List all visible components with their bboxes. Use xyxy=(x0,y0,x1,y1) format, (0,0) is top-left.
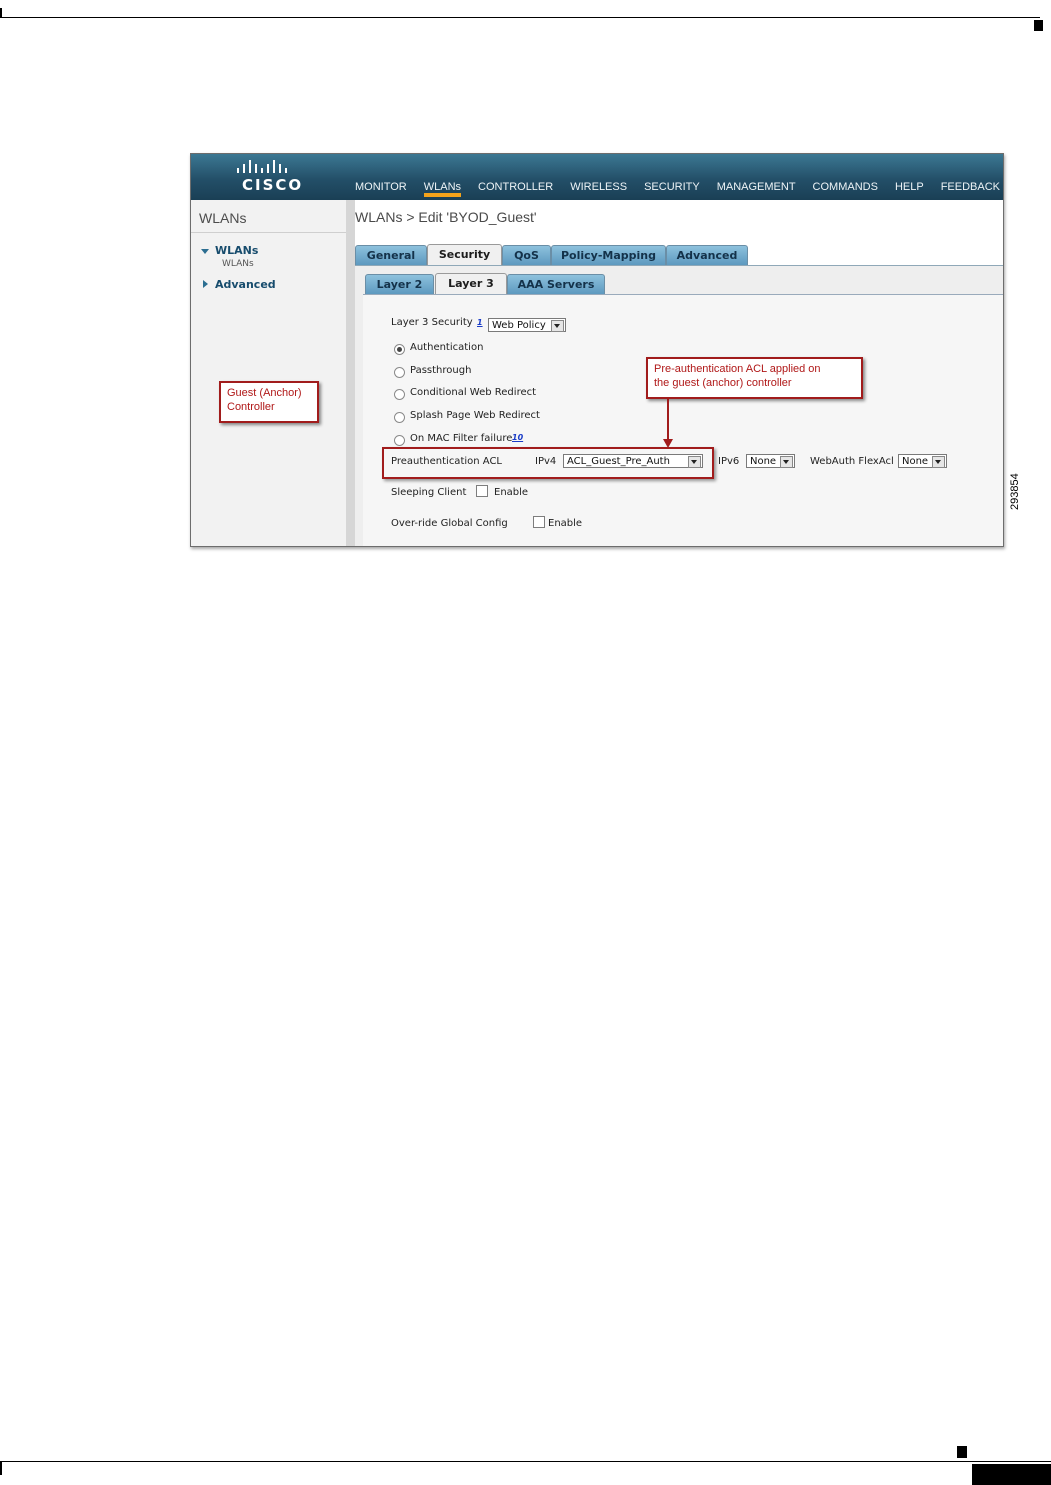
cisco-logo-bars-icon xyxy=(237,160,287,173)
sleeping-client-label: Sleeping Client xyxy=(391,487,467,498)
override-global-config-label: Over-ride Global Config xyxy=(391,518,508,529)
radio-mac-filter-failure-label: On MAC Filter failure xyxy=(410,433,513,444)
top-nav-bar: CISCO MONITOR WLANs CONTROLLER WIRELESS … xyxy=(191,154,1003,200)
nav-security[interactable]: SECURITY xyxy=(644,181,700,197)
webauth-flexacl-value: None xyxy=(902,456,929,467)
sidebar-subitem-wlans[interactable]: WLANs xyxy=(222,259,254,269)
radio-authentication[interactable] xyxy=(394,344,405,355)
footer-marker xyxy=(957,1446,967,1458)
webauth-flexacl-select[interactable]: None xyxy=(898,454,947,468)
nav-monitor[interactable]: MONITOR xyxy=(355,181,407,197)
sidebar-divider xyxy=(191,232,346,233)
ipv6-acl-value: None xyxy=(750,456,777,467)
preauth-acl-callout: Pre-authentication ACL applied on the gu… xyxy=(646,357,863,399)
sidebar-title: WLANs xyxy=(199,210,247,226)
nav-help[interactable]: HELP xyxy=(895,181,924,197)
nav-commands[interactable]: COMMANDS xyxy=(813,181,878,197)
sidebar-item-wlans[interactable]: WLANs xyxy=(215,244,258,257)
layer3-security-label: Layer 3 Security xyxy=(391,317,473,328)
radio-splash-page-web-redirect[interactable] xyxy=(394,412,405,423)
dropdown-arrow-icon xyxy=(780,456,793,468)
subtab-aaa-servers[interactable]: AAA Servers xyxy=(507,274,605,294)
sleeping-client-checkbox[interactable] xyxy=(476,485,488,497)
nav-wireless[interactable]: WIRELESS xyxy=(570,181,627,197)
expand-down-icon[interactable] xyxy=(201,249,209,254)
guest-anchor-callout: Guest (Anchor) Controller xyxy=(219,381,319,423)
sleeping-client-enable-label: Enable xyxy=(494,487,529,498)
panel-gutter xyxy=(346,200,355,546)
override-enable-label: Enable xyxy=(548,518,583,529)
tab-general[interactable]: General xyxy=(355,245,427,265)
layer3-security-select[interactable]: Web Policy xyxy=(488,318,566,332)
header-rule xyxy=(0,17,1040,18)
footer-rule xyxy=(0,1461,1051,1462)
nav-management[interactable]: MANAGEMENT xyxy=(717,181,796,197)
dropdown-arrow-icon xyxy=(551,320,564,332)
layer3-security-value: Web Policy xyxy=(492,320,546,331)
radio-mac-filter-failure[interactable] xyxy=(394,435,405,446)
preauth-acl-highlight xyxy=(382,447,714,479)
brand-logo: CISCO xyxy=(242,176,304,194)
nav-wlans[interactable]: WLANs xyxy=(423,181,462,197)
sidebar: WLANs WLANs WLANs Advanced Guest (Anchor… xyxy=(191,200,346,546)
radio-conditional-web-redirect-label: Conditional Web Redirect xyxy=(410,387,537,398)
footer-rule-tick xyxy=(0,1462,2,1475)
figure-id: 293854 xyxy=(1009,473,1021,510)
subtab-layer3[interactable]: Layer 3 xyxy=(435,273,507,294)
ipv6-acl-select[interactable]: None xyxy=(746,454,795,468)
subtab-layer2[interactable]: Layer 2 xyxy=(365,274,434,294)
radio-passthrough-label: Passthrough xyxy=(410,365,472,376)
ipv6-label: IPv6 xyxy=(718,456,740,467)
wlc-screenshot: CISCO MONITOR WLANs CONTROLLER WIRELESS … xyxy=(190,153,1004,547)
mac-filter-help-link[interactable]: 10 xyxy=(512,433,523,442)
tab-strip-line xyxy=(355,265,1003,266)
nav-feedback[interactable]: FEEDBACK xyxy=(941,181,1000,197)
main-nav: MONITOR WLANs CONTROLLER WIRELESS SECURI… xyxy=(355,181,1003,197)
radio-passthrough[interactable] xyxy=(394,367,405,378)
layer3-security-help-link[interactable]: 1 xyxy=(477,318,483,327)
page-number-block xyxy=(972,1464,1051,1485)
radio-splash-page-web-redirect-label: Splash Page Web Redirect xyxy=(410,410,540,421)
header-marker xyxy=(1034,20,1043,31)
webauth-flexacl-label: WebAuth FlexAcl xyxy=(810,456,894,467)
override-global-config-checkbox[interactable] xyxy=(533,516,545,528)
tab-policy-mapping[interactable]: Policy-Mapping xyxy=(551,245,666,265)
expand-right-icon[interactable] xyxy=(203,280,208,288)
dropdown-arrow-icon xyxy=(932,456,945,468)
radio-authentication-label: Authentication xyxy=(410,342,484,353)
callout-arrow-icon xyxy=(663,399,673,448)
sidebar-item-advanced[interactable]: Advanced xyxy=(215,278,276,291)
subtab-strip-line xyxy=(363,294,1003,295)
page-title: WLANs > Edit 'BYOD_Guest' xyxy=(355,209,537,225)
tab-security[interactable]: Security xyxy=(427,244,502,265)
tab-advanced[interactable]: Advanced xyxy=(666,245,748,265)
tab-qos[interactable]: QoS xyxy=(502,245,551,265)
radio-conditional-web-redirect[interactable] xyxy=(394,389,405,400)
nav-controller[interactable]: CONTROLLER xyxy=(478,181,553,197)
